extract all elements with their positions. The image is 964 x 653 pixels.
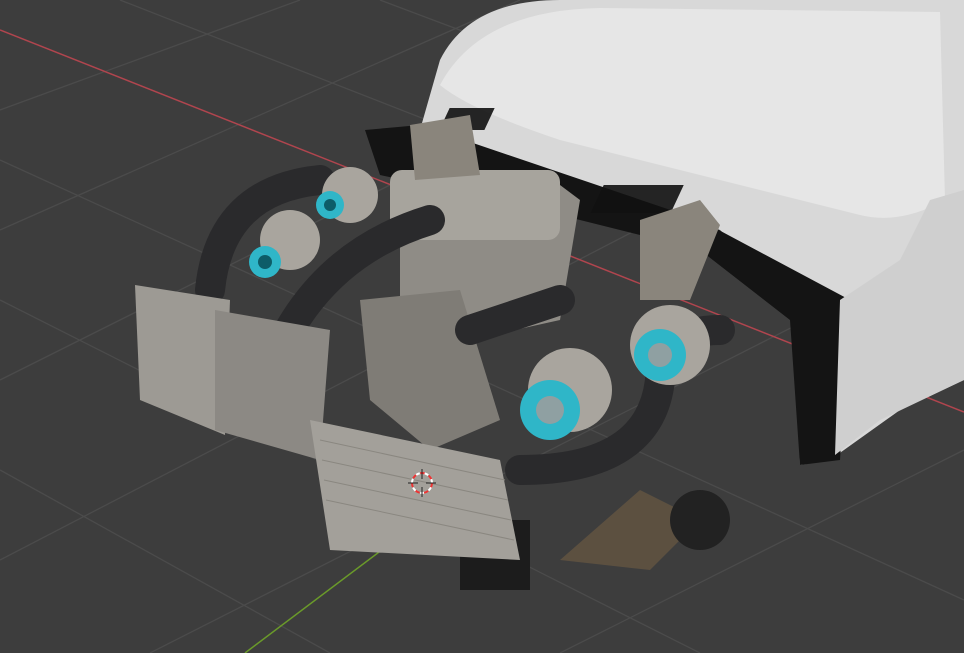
3d-viewport[interactable] [0, 0, 964, 653]
y-axis-line [244, 539, 396, 653]
viewport-canvas[interactable] [0, 0, 964, 653]
